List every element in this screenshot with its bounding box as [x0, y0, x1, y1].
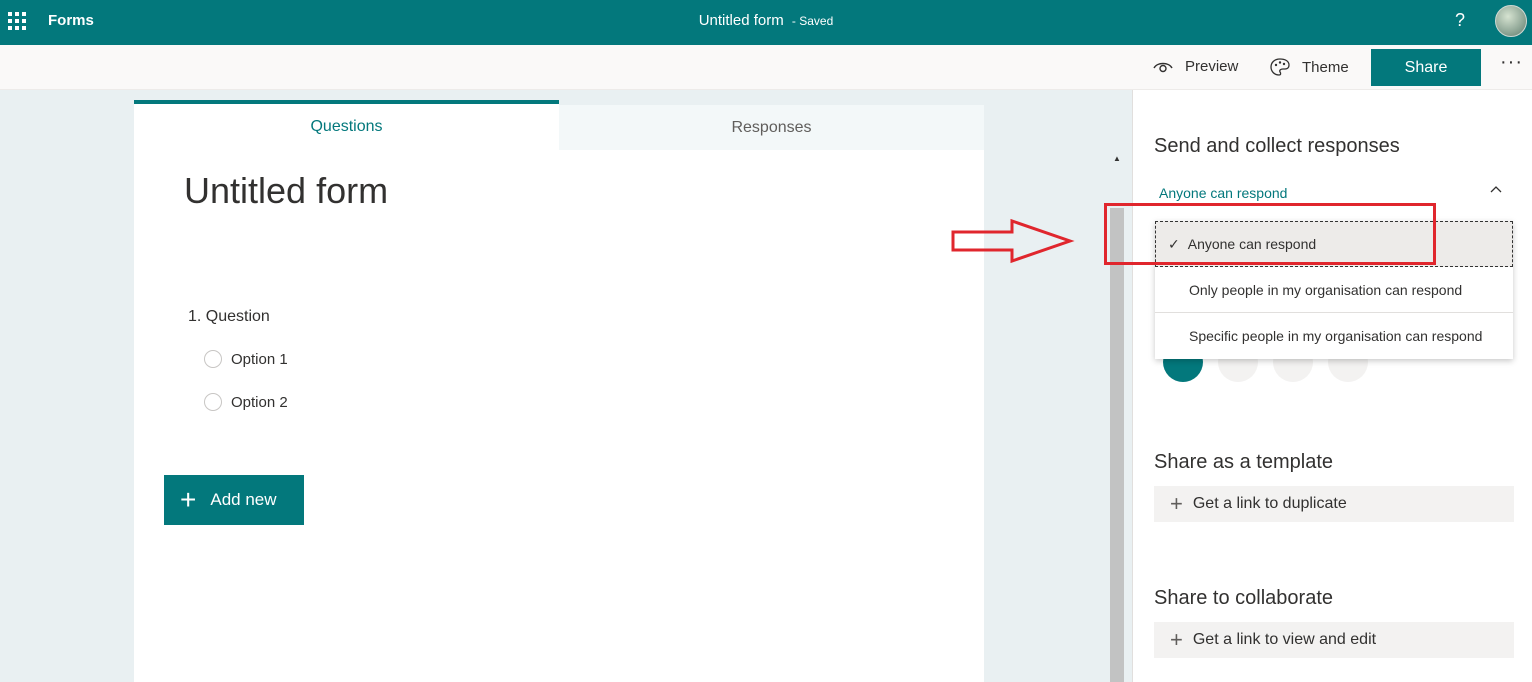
- annotation-highlight-box: [1104, 203, 1436, 265]
- permission-dropdown[interactable]: Anyone can respond: [1159, 185, 1287, 201]
- plus-icon: +: [180, 484, 197, 515]
- preview-label: Preview: [1185, 58, 1239, 75]
- chevron-up-icon[interactable]: [1489, 184, 1503, 194]
- theme-label: Theme: [1302, 58, 1349, 76]
- option-label: Option 2: [231, 393, 288, 411]
- scroll-thumb[interactable]: [1110, 208, 1124, 682]
- document-title: Untitled form: [698, 12, 784, 29]
- share-collaborate-heading: Share to collaborate: [1154, 587, 1334, 609]
- document-title-area: Untitled form - Saved: [0, 12, 1532, 29]
- permission-option-label: Only people in my organisation can respo…: [1189, 281, 1463, 298]
- duplicate-link-button[interactable]: + Get a link to duplicate: [1154, 486, 1514, 522]
- add-new-label: Add new: [210, 490, 277, 509]
- theme-button[interactable]: Theme: [1270, 58, 1349, 76]
- permission-option-specific[interactable]: Specific people in my organisation can r…: [1155, 313, 1513, 359]
- form-title[interactable]: Untitled form: [184, 170, 388, 212]
- radio-icon[interactable]: [204, 393, 222, 411]
- command-bar: Preview Theme Share ···: [0, 45, 1532, 90]
- share-panel: Send and collect responses Anyone can re…: [1132, 90, 1532, 682]
- share-template-heading: Share as a template: [1154, 451, 1333, 473]
- more-options-icon[interactable]: ···: [1500, 51, 1523, 74]
- app-header: Forms Untitled form - Saved ?: [0, 0, 1532, 45]
- option-label: Option 1: [231, 350, 288, 368]
- radio-icon[interactable]: [204, 350, 222, 368]
- plus-icon: +: [1170, 491, 1183, 516]
- tab-responses[interactable]: Responses: [559, 105, 984, 150]
- help-icon[interactable]: ?: [1455, 10, 1465, 31]
- annotation-arrow-icon: [951, 218, 1075, 264]
- avatar[interactable]: [1495, 5, 1527, 37]
- view-edit-link-button[interactable]: + Get a link to view and edit: [1154, 622, 1514, 658]
- duplicate-link-label: Get a link to duplicate: [1192, 495, 1347, 512]
- permission-option-organisation[interactable]: Only people in my organisation can respo…: [1155, 267, 1513, 313]
- plus-icon: +: [1170, 627, 1183, 652]
- permission-option-label: Specific people in my organisation can r…: [1189, 328, 1483, 344]
- save-status-text: Saved: [799, 14, 834, 28]
- question-title[interactable]: 1. Question: [188, 308, 270, 326]
- scroll-up-icon[interactable]: ▲: [1110, 150, 1124, 166]
- form-tabs: Questions Responses: [134, 100, 984, 150]
- view-edit-link-label: Get a link to view and edit: [1192, 631, 1377, 648]
- share-button[interactable]: Share: [1371, 49, 1481, 86]
- tab-questions[interactable]: Questions: [134, 100, 559, 150]
- send-collect-heading: Send and collect responses: [1154, 135, 1400, 157]
- add-new-button[interactable]: + Add new: [164, 475, 304, 525]
- option-item[interactable]: Option 1: [204, 350, 288, 368]
- option-item[interactable]: Option 2: [204, 393, 288, 411]
- preview-button[interactable]: Preview: [1153, 58, 1238, 75]
- form-canvas: Untitled form 1. Question Option 1 Optio…: [134, 150, 984, 682]
- eye-icon: [1153, 62, 1173, 72]
- palette-icon: [1270, 58, 1290, 76]
- save-status: - Saved: [791, 14, 834, 28]
